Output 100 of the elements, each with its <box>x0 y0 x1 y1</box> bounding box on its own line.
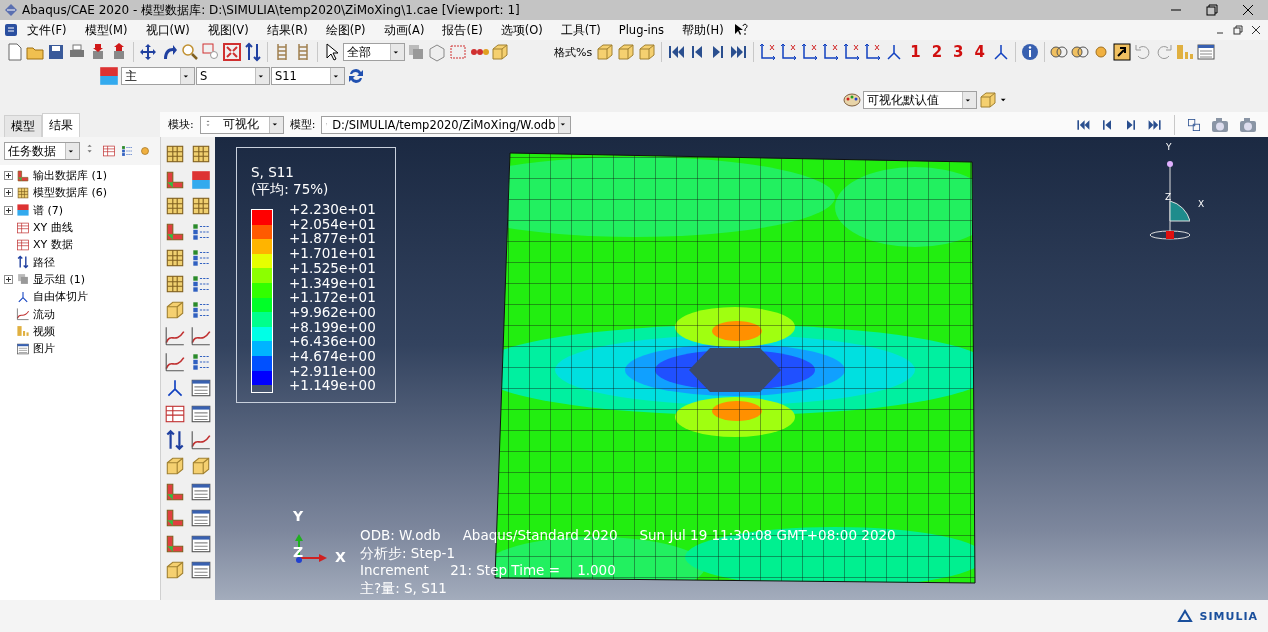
contour-block-icon[interactable] <box>164 533 186 555</box>
menu-item[interactable]: 视图(V) <box>198 22 258 38</box>
refresh-arrows-icon[interactable] <box>346 66 366 86</box>
field-component-dropdown[interactable]: S11 <box>271 67 345 85</box>
window-icon[interactable] <box>190 533 212 555</box>
tree-item[interactable]: 输出数据库 (1) <box>33 168 108 184</box>
odb-info-text: Sun Jul 19 11:30:08 GMT+08:00 2020 <box>639 527 896 545</box>
window-icon[interactable] <box>1195 42 1216 62</box>
window-icon[interactable] <box>190 403 212 425</box>
tree-item[interactable]: XY 曲线 <box>33 220 73 236</box>
view-number-button[interactable]: 4 <box>969 43 990 61</box>
window-icon[interactable] <box>190 377 212 399</box>
curve-plot-icon[interactable] <box>190 429 212 451</box>
tree-item[interactable]: 模型数据库 (6) <box>33 185 108 201</box>
menu-item[interactable]: 绘图(P) <box>316 22 375 38</box>
contour-block-icon[interactable] <box>164 481 186 503</box>
cube-icon[interactable] <box>616 42 637 62</box>
module-dropdown[interactable]: 可视化 <box>199 115 284 134</box>
table-icon[interactable] <box>102 144 116 158</box>
palette-icon[interactable] <box>842 90 862 110</box>
move-arrows-icon[interactable] <box>138 42 158 62</box>
window-icon[interactable] <box>190 481 212 503</box>
menu-item[interactable]: 动画(A) <box>374 22 434 38</box>
menu-item[interactable]: 报告(E) <box>433 22 492 38</box>
window-icon[interactable] <box>190 559 212 581</box>
model-dropdown[interactable]: D:/SIMULIA/temp2020/ZiMoXing/W.odb <box>321 115 572 134</box>
view-number-button[interactable]: 3 <box>948 43 969 61</box>
tree-filter-dropdown[interactable]: 任务数据 <box>4 142 80 160</box>
contour-block-icon[interactable] <box>164 507 186 529</box>
menu-item[interactable]: 视口(W) <box>136 22 199 38</box>
contour-block-icon[interactable] <box>164 221 186 243</box>
table-icon <box>16 220 30 235</box>
contour-block-icon[interactable] <box>164 169 186 191</box>
restore-icon[interactable] <box>1206 4 1218 16</box>
tree-item[interactable]: 显示组 (1) <box>33 271 86 287</box>
close-icon[interactable] <box>1242 4 1254 16</box>
expand-icon[interactable] <box>4 274 13 284</box>
up-down-arrows-icon[interactable] <box>164 429 186 451</box>
field-bar-icon[interactable] <box>190 169 212 191</box>
cube-icon[interactable] <box>164 559 186 581</box>
tab[interactable]: 结果 <box>42 113 80 137</box>
legend-title: S, S11 <box>251 164 295 181</box>
grid-block-icon[interactable] <box>164 273 186 295</box>
curve-plot-icon[interactable] <box>190 325 212 347</box>
odb-info-text: ODB: W.odb <box>360 527 441 545</box>
window-icon[interactable] <box>190 507 212 529</box>
axis-label: X <box>1198 199 1205 209</box>
legend-value: +2.911e+00 <box>289 363 376 379</box>
whats-this-cursor-icon[interactable] <box>732 23 749 37</box>
up-down-arrows-icon[interactable] <box>243 42 263 62</box>
grid-block-icon[interactable] <box>164 195 186 217</box>
menu-item[interactable]: 帮助(H) <box>673 22 733 38</box>
options-list-icon[interactable] <box>120 144 134 158</box>
menu-item[interactable]: 模型(M) <box>75 22 137 38</box>
output-position-dropdown[interactable]: 主 <box>121 67 195 85</box>
tree-item[interactable]: 路径 <box>33 254 55 270</box>
field-variable-dropdown[interactable]: S <box>196 67 270 85</box>
grid-block-icon[interactable] <box>164 143 186 165</box>
table-icon[interactable] <box>164 403 186 425</box>
legend-value: +1.701e+01 <box>289 246 376 261</box>
up-down-arrows-icon <box>16 255 30 270</box>
stacked-squares-icon <box>16 272 30 287</box>
menu-item[interactable]: 文件(F) <box>18 22 76 38</box>
close-icon[interactable] <box>1250 24 1262 36</box>
view-number-button[interactable]: 2 <box>926 43 948 61</box>
curve-plot-icon[interactable] <box>164 325 186 347</box>
legend-value: +6.436e+00 <box>289 334 376 350</box>
table-icon <box>16 237 30 252</box>
menu-item[interactable]: 工具(T) <box>551 22 610 38</box>
selection-filter-dropdown[interactable]: 全部 <box>343 43 405 61</box>
tree-item[interactable]: XY 数据 <box>33 237 73 253</box>
view-number-button[interactable]: 1 <box>905 43 926 61</box>
menu-item[interactable]: 结果(R) <box>257 22 317 38</box>
cube-icon[interactable] <box>490 42 510 62</box>
curve-plot-icon[interactable] <box>164 351 186 373</box>
menu-item[interactable]: Plug-ins <box>609 23 674 37</box>
grid-block-icon[interactable] <box>190 143 212 165</box>
tree-item[interactable]: 谱 (7) <box>33 202 64 218</box>
restore-icon[interactable] <box>1232 24 1244 36</box>
legend-value: +1.149e+00 <box>289 378 376 394</box>
magnifier-icon[interactable] <box>180 42 200 62</box>
grid-block-icon[interactable] <box>164 247 186 269</box>
color-scheme-dropdown[interactable]: 可视化默认值 <box>863 91 977 109</box>
tree-item[interactable]: 自由体切片 <box>33 289 88 305</box>
window-menu-icon[interactable] <box>4 23 18 37</box>
cube-icon[interactable] <box>637 42 658 62</box>
copy-windows-icon[interactable] <box>1186 116 1202 133</box>
info-icon[interactable] <box>1019 42 1040 62</box>
cube-icon[interactable] <box>595 42 616 62</box>
field-bar-icon[interactable] <box>98 65 120 87</box>
arrow-square-icon[interactable] <box>1111 42 1132 62</box>
menu-item[interactable]: 选项(O) <box>491 22 552 38</box>
cube-icon[interactable] <box>164 299 186 321</box>
tab[interactable]: 模型 <box>4 115 42 137</box>
fit-view-icon[interactable] <box>222 42 242 62</box>
tree-item[interactable]: 视频 <box>33 323 55 339</box>
tree-item[interactable]: 图片 <box>33 341 55 357</box>
grid-block-icon[interactable] <box>190 195 212 217</box>
tree-item[interactable]: 流动 <box>33 306 55 322</box>
save-icon[interactable] <box>46 42 66 62</box>
